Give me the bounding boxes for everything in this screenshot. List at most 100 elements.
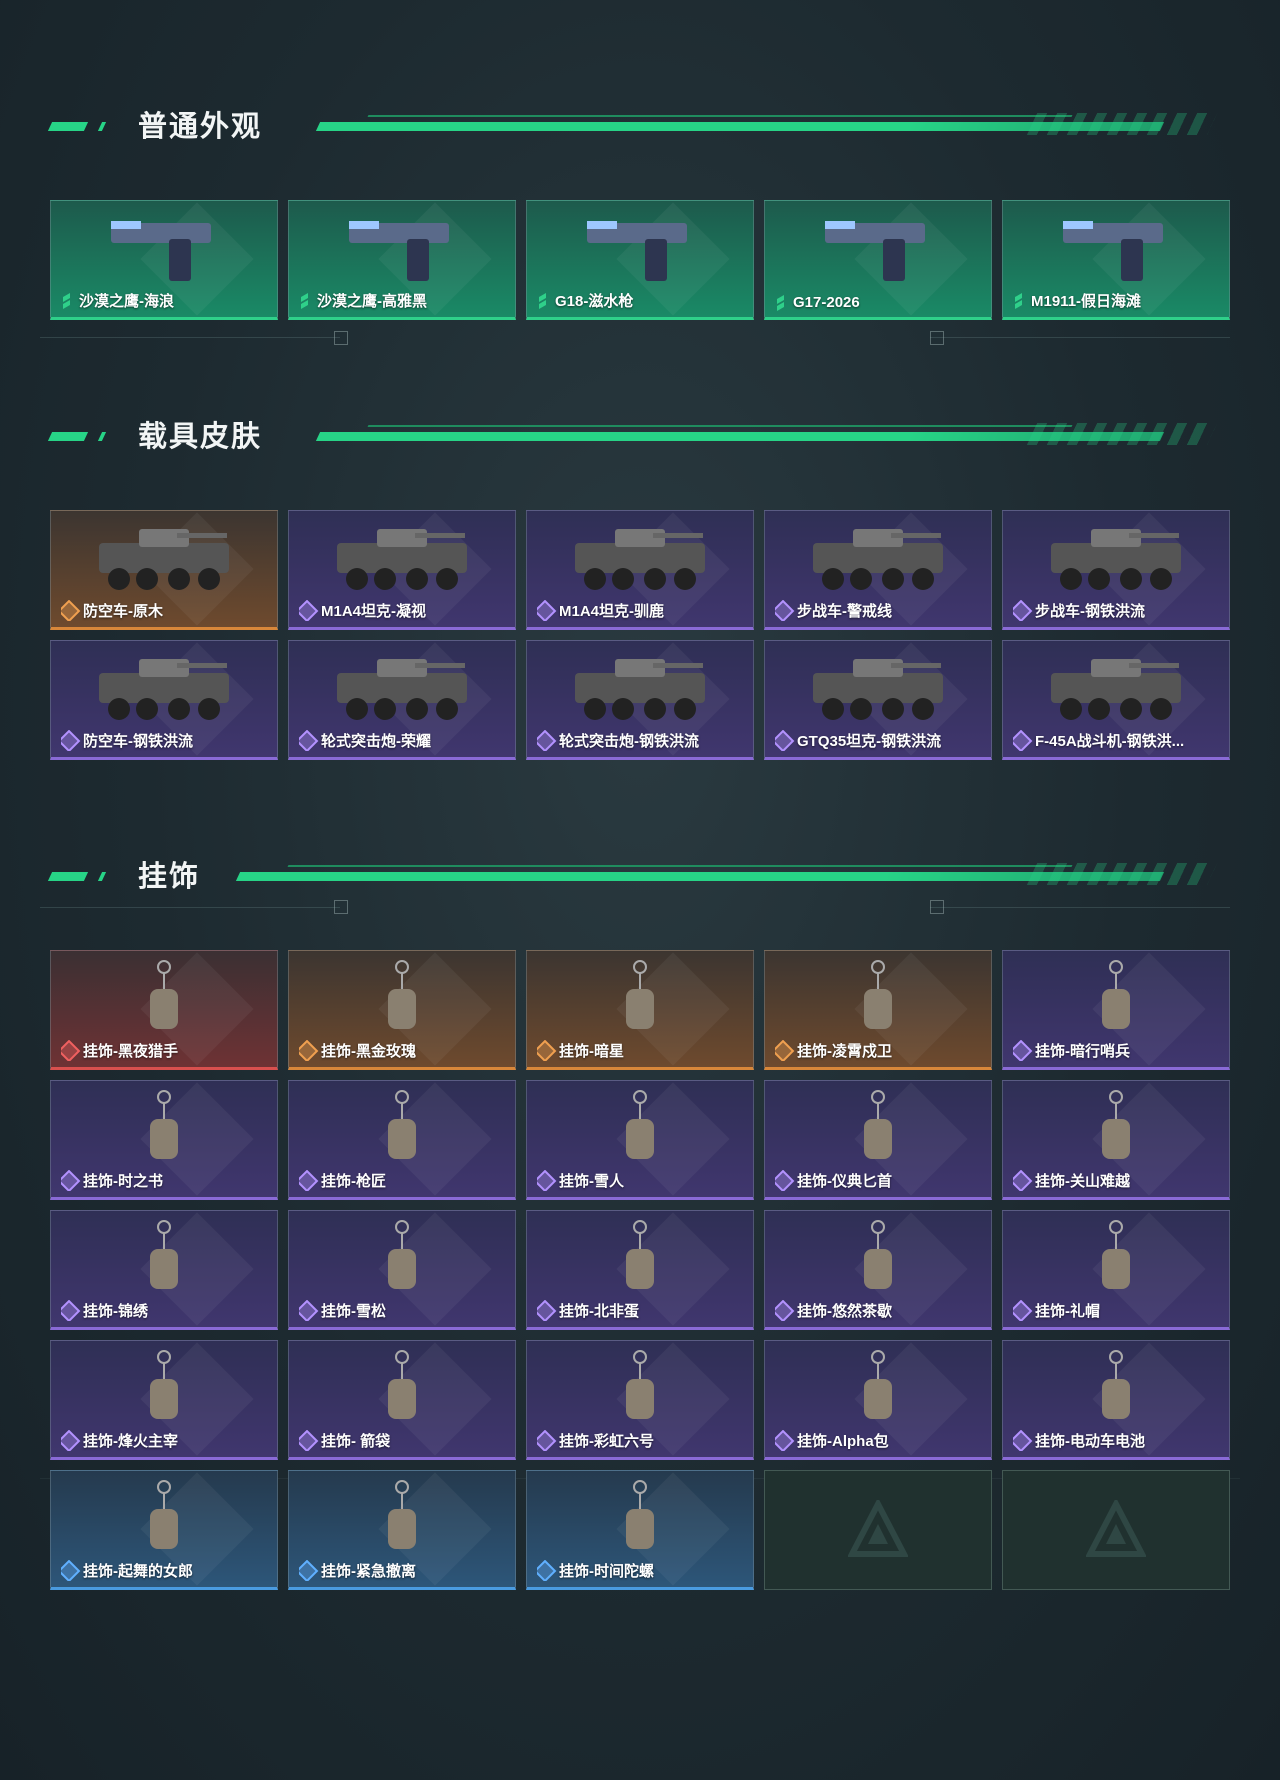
item-name: M1A4坦克-驯鹿 [559,603,665,620]
item-name: 沙漠之鹰-高雅黑 [317,293,427,310]
rarity-icon [537,1560,557,1581]
item-label: 挂饰-黑夜猎手 [61,1040,271,1061]
item-card[interactable]: 挂饰-雪人 [526,1080,754,1200]
rarity-icon [537,600,557,621]
item-card[interactable]: 防空车-原木 [50,510,278,630]
rarity-icon [775,730,795,751]
item-name: F-45A战斗机-钢铁洪... [1035,733,1185,750]
item-card[interactable]: F-45A战斗机-钢铁洪... [1002,640,1230,760]
item-name: 挂饰-起舞的女郎 [83,1563,193,1580]
item-name: 防空车-原木 [83,603,163,620]
rarity-icon [299,1300,319,1321]
rarity-icon [61,1300,81,1321]
item-name: 挂饰- 箭袋 [321,1433,391,1450]
item-name: 挂饰-紧急撤离 [321,1563,416,1580]
item-label: 挂饰-电动车电池 [1013,1430,1223,1451]
item-card[interactable]: G18-滋水枪 [526,200,754,320]
section-header-vehicles: 载具皮肤 [47,416,1232,456]
item-name: 挂饰-黑金玫瑰 [321,1043,416,1060]
item-card[interactable]: 挂饰-烽火主宰 [50,1340,278,1460]
item-name: 挂饰-Alpha包 [797,1433,889,1450]
item-card[interactable]: 轮式突击炮-钢铁洪流 [526,640,754,760]
rarity-icon [775,600,795,621]
item-name: M1A4坦克-凝视 [321,603,427,620]
item-card[interactable]: M1A4坦克-凝视 [288,510,516,630]
item-card[interactable]: 挂饰-北非蛋 [526,1210,754,1330]
item-card[interactable]: 轮式突击炮-荣耀 [288,640,516,760]
item-name: 挂饰-雪松 [321,1303,386,1320]
item-card[interactable]: 挂饰- 箭袋 [288,1340,516,1460]
item-card[interactable]: 挂饰-暗行哨兵 [1002,950,1230,1070]
item-card[interactable]: M1911-假日海滩 [1002,200,1230,320]
item-image [337,209,467,294]
item-card[interactable]: 挂饰-仪典匕首 [764,1080,992,1200]
rarity-icon [299,1430,319,1451]
item-card[interactable]: M1A4坦克-驯鹿 [526,510,754,630]
charms-grid: 挂饰-黑夜猎手 挂饰-黑金玫瑰 挂饰-暗星 挂饰-凌霄戍卫 挂饰-暗行哨兵 挂饰-时之书挂… [50,950,1230,1590]
item-card[interactable]: 防空车-钢铁洪流 [50,640,278,760]
section-title: 挂饰 [138,859,201,893]
item-card[interactable]: 挂饰-Alpha包 [764,1340,992,1460]
item-image [1051,209,1181,294]
item-card[interactable]: 挂饰-凌霄戍卫 [764,950,992,1070]
item-name: 挂饰-暗行哨兵 [1035,1043,1130,1060]
item-name: 挂饰-黑夜猎手 [83,1043,178,1060]
rarity-icon [61,1170,81,1191]
item-card[interactable]: 挂饰-锦绣 [50,1210,278,1330]
item-image [565,519,715,604]
item-card[interactable]: 挂饰-暗星 [526,950,754,1070]
item-image [565,649,715,734]
rarity-icon [1013,1300,1033,1321]
item-label: 挂饰-暗星 [537,1040,747,1061]
item-label: 防空车-原木 [61,600,271,621]
item-name: 挂饰-关山难越 [1035,1173,1130,1190]
item-card[interactable]: G17-2026 [764,200,992,320]
item-label: M1A4坦克-凝视 [299,600,509,621]
item-image [327,519,477,604]
item-name: 挂饰-彩虹六号 [559,1433,654,1450]
item-label: 轮式突击炮-钢铁洪流 [537,730,747,751]
item-card[interactable]: 挂饰-黑夜猎手 [50,950,278,1070]
item-name: 防空车-钢铁洪流 [83,733,193,750]
item-card[interactable]: 挂饰-关山难越 [1002,1080,1230,1200]
item-label: 挂饰-暗行哨兵 [1013,1040,1223,1061]
rarity-icon [61,1560,81,1581]
item-card[interactable]: 挂饰-紧急撤离 [288,1470,516,1590]
rarity-icon [537,1300,557,1321]
rarity-icon [775,297,787,309]
rarity-icon [299,600,319,621]
item-label: 轮式突击炮-荣耀 [299,730,509,751]
item-label: 挂饰-黑金玫瑰 [299,1040,509,1061]
item-label: 挂饰-锦绣 [61,1300,271,1321]
item-image [99,209,229,294]
item-name: 轮式突击炮-钢铁洪流 [559,733,699,750]
item-name: GTQ35坦克-钢铁洪流 [797,733,942,750]
rarity-icon [537,1170,557,1191]
item-label: F-45A战斗机-钢铁洪... [1013,730,1223,751]
item-card[interactable]: 沙漠之鹰-海浪 [50,200,278,320]
item-card[interactable]: 挂饰-黑金玫瑰 [288,950,516,1070]
rarity-icon [775,1170,795,1191]
item-card[interactable]: 沙漠之鹰-高雅黑 [288,200,516,320]
item-card[interactable]: 挂饰-枪匠 [288,1080,516,1200]
item-label: 步战车-警戒线 [775,600,985,621]
item-card[interactable]: 挂饰-时之书 [50,1080,278,1200]
item-card[interactable]: GTQ35坦克-钢铁洪流 [764,640,992,760]
item-name: G17-2026 [793,294,860,311]
item-card[interactable]: 挂饰-时间陀螺 [526,1470,754,1590]
item-card[interactable]: 步战车-钢铁洪流 [1002,510,1230,630]
rarity-icon [537,295,549,307]
rarity-icon [299,1170,319,1191]
item-card[interactable]: 挂饰-礼帽 [1002,1210,1230,1330]
item-card[interactable]: 挂饰-起舞的女郎 [50,1470,278,1590]
item-image [1041,649,1191,734]
item-card[interactable]: 挂饰-悠然茶歇 [764,1210,992,1330]
item-image [89,519,239,604]
item-name: 步战车-警戒线 [797,603,892,620]
item-card[interactable]: 步战车-警戒线 [764,510,992,630]
item-card[interactable]: 挂饰-雪松 [288,1210,516,1330]
logo-icon [1086,1500,1146,1557]
item-card[interactable]: 挂饰-电动车电池 [1002,1340,1230,1460]
item-label: 挂饰-北非蛋 [537,1300,747,1321]
item-card[interactable]: 挂饰-彩虹六号 [526,1340,754,1460]
